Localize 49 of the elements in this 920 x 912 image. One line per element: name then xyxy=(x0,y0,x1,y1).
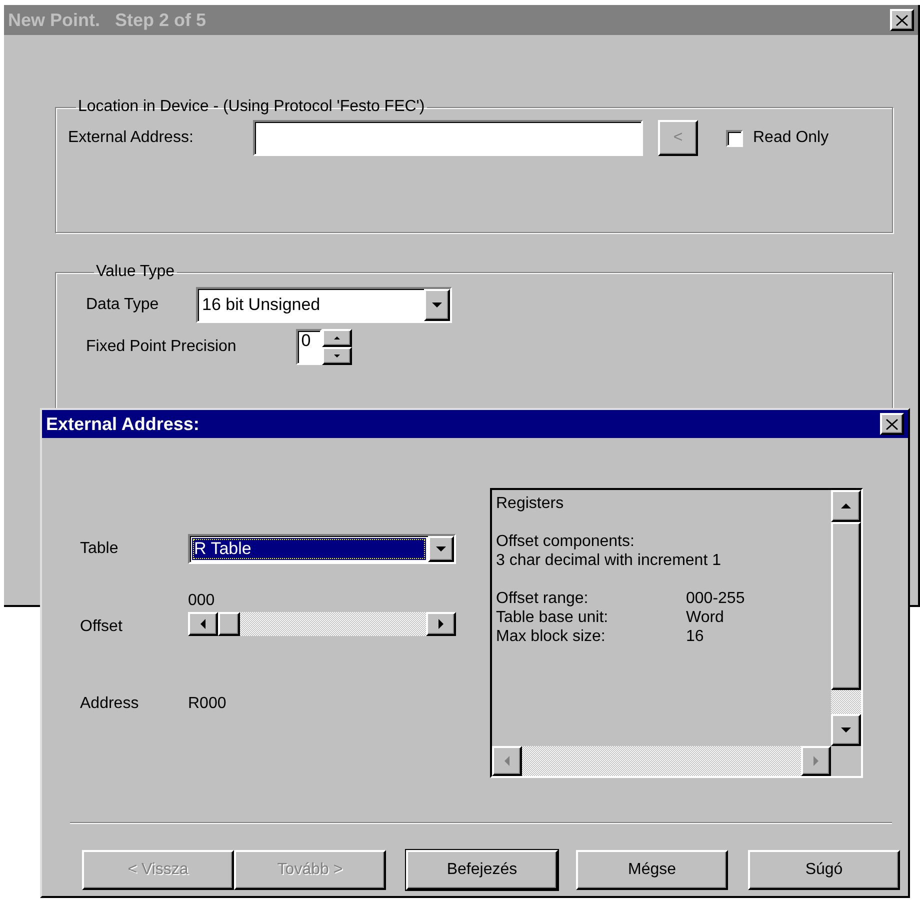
group-title: Location in Device - (Using Protocol 'Festo FEC') xyxy=(77,98,426,116)
horizontal-scrollbar[interactable] xyxy=(492,746,831,776)
field-label: Data Type xyxy=(86,296,160,314)
field-label: Fixed Point Precision xyxy=(86,338,236,356)
dropdown-arrow-icon xyxy=(436,544,446,554)
info-label: Table base unit: xyxy=(496,608,610,627)
address-input[interactable] xyxy=(253,120,643,156)
field-label: Table xyxy=(80,540,120,558)
close-icon xyxy=(896,14,908,26)
close-button[interactable] xyxy=(880,413,904,435)
wizard-button[interactable]: Befejezés xyxy=(406,850,558,890)
close-icon xyxy=(886,418,898,430)
checkbox-label: Read Only xyxy=(753,129,829,147)
info-value: Word xyxy=(686,608,725,627)
slider-thumb[interactable] xyxy=(218,612,240,636)
field-label: Offset xyxy=(80,618,124,636)
field-label: Address xyxy=(80,695,140,713)
window-title: New Point. Step 2 of 5 xyxy=(8,10,206,30)
down-arrow-icon xyxy=(841,725,851,735)
right-arrow-icon xyxy=(436,619,446,629)
dialog-title: External Address: xyxy=(46,414,200,434)
info-label: Max block size: xyxy=(496,627,606,646)
up-arrow-icon xyxy=(841,501,851,511)
info-value: 000-255 xyxy=(686,589,746,608)
info-value: 16 xyxy=(686,627,705,646)
info-heading: Registers xyxy=(496,494,565,513)
data-type-dropdown[interactable]: 16 bit Unsigned xyxy=(196,287,452,323)
dropdown-arrow-icon xyxy=(432,300,442,310)
wizard-button[interactable]: Súgó xyxy=(748,850,900,890)
wizard-button[interactable]: Mégse xyxy=(576,850,728,890)
address-value: R000 xyxy=(188,695,228,713)
offset-value: 000 xyxy=(188,592,216,610)
read-only-checkbox[interactable] xyxy=(726,130,743,146)
up-arrow-icon xyxy=(334,335,340,341)
precision-spinner[interactable]: 0 xyxy=(296,329,352,365)
close-button[interactable] xyxy=(890,9,914,31)
scroll-right-button[interactable] xyxy=(426,612,456,636)
field-label: External Address: xyxy=(68,129,194,147)
scroll-left-button[interactable] xyxy=(188,612,218,636)
info-label: Offset range: xyxy=(496,589,590,608)
info-text: 3 char decimal with increment 1 xyxy=(496,551,722,570)
right-arrow-icon xyxy=(811,756,821,766)
info-text: Offset components: xyxy=(496,532,636,551)
left-arrow-icon xyxy=(198,619,208,629)
table-dropdown[interactable]: R Table xyxy=(188,534,456,564)
vertical-scrollbar[interactable] xyxy=(831,490,861,746)
group-title: Value Type xyxy=(95,263,176,281)
left-arrow-icon xyxy=(502,756,512,766)
down-arrow-icon xyxy=(334,353,340,359)
